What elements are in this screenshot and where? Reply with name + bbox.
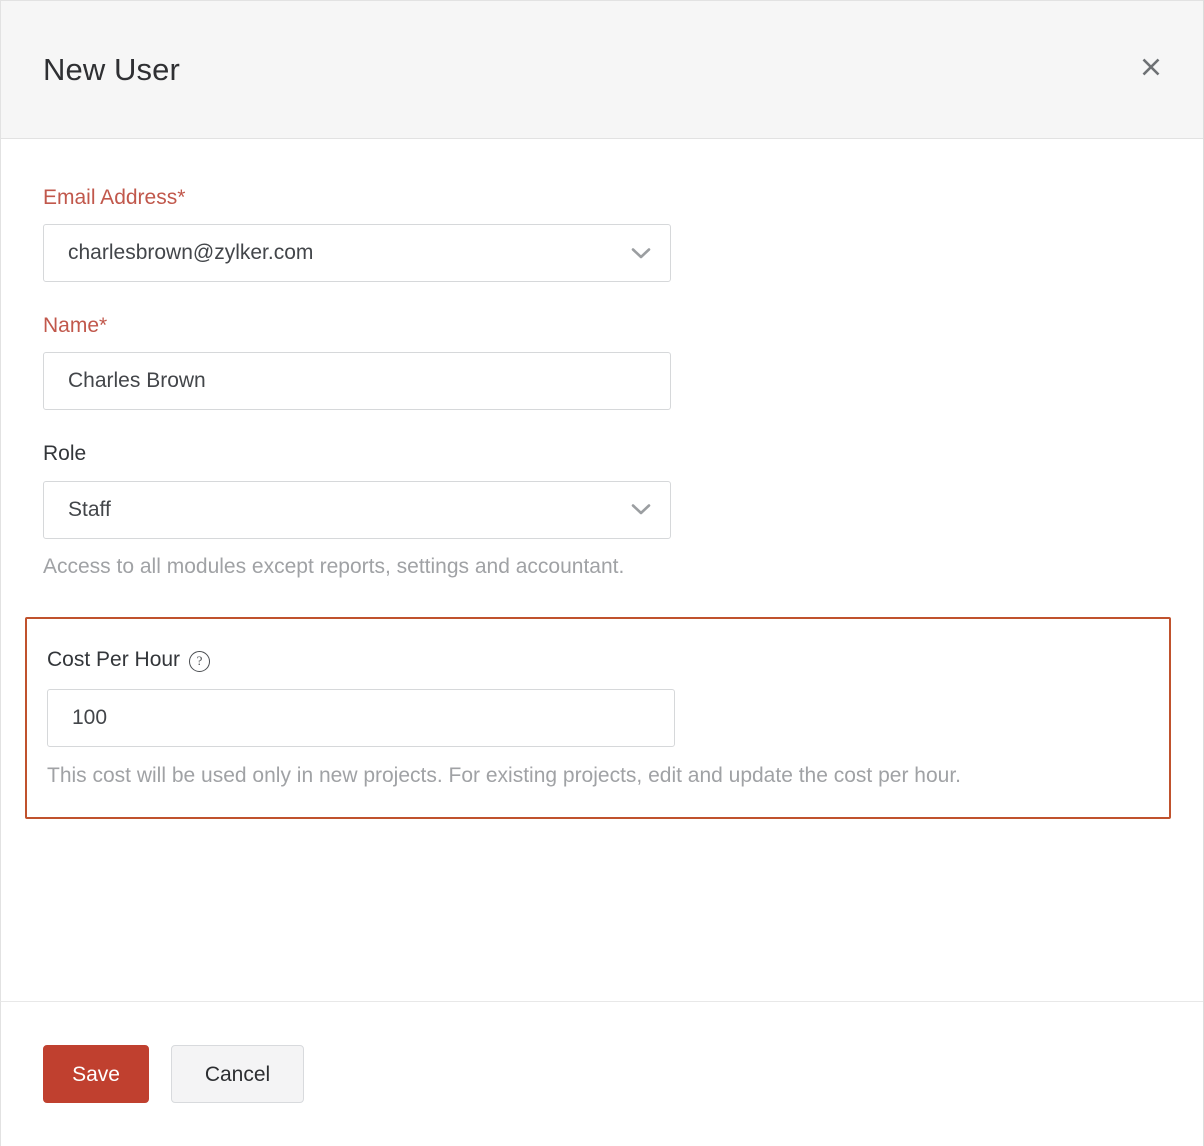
help-circle-icon[interactable]: ?: [189, 651, 210, 672]
cost-per-hour-label: Cost Per Hour: [47, 647, 180, 672]
new-user-dialog: New User Email Address*: [0, 0, 1204, 1146]
close-button[interactable]: [1135, 51, 1167, 83]
email-address-select-wrap: [43, 224, 671, 282]
email-address-label: Email Address*: [43, 185, 1161, 210]
field-role: Role Access to all modules except report…: [43, 441, 1161, 586]
cost-per-hour-label-row: Cost Per Hour ?: [47, 647, 210, 672]
close-icon: [1140, 56, 1162, 78]
role-label: Role: [43, 441, 1161, 466]
role-select[interactable]: [43, 481, 671, 539]
dialog-header: New User: [0, 0, 1203, 139]
cost-per-hour-helper-text: This cost will be used only in new proje…: [47, 757, 1147, 796]
dialog-body: Email Address* Name* Role: [0, 139, 1203, 1001]
save-button[interactable]: Save: [43, 1045, 149, 1103]
field-name: Name*: [43, 313, 1161, 410]
field-email-address: Email Address*: [43, 185, 1161, 282]
page-title: New User: [43, 54, 180, 85]
dialog-footer: Save Cancel: [0, 1001, 1203, 1146]
name-label: Name*: [43, 313, 1161, 338]
cost-per-hour-highlight: Cost Per Hour ? This cost will be used o…: [25, 617, 1171, 819]
cost-per-hour-input-wrap: [47, 689, 675, 747]
email-address-select[interactable]: [43, 224, 671, 282]
cost-per-hour-input[interactable]: [47, 689, 675, 747]
role-select-wrap: [43, 481, 671, 539]
name-input[interactable]: [43, 352, 671, 410]
help-icon-glyph: ?: [197, 654, 203, 667]
role-helper-text: Access to all modules except reports, se…: [43, 547, 663, 587]
cancel-button[interactable]: Cancel: [171, 1045, 304, 1103]
name-input-wrap: [43, 352, 671, 410]
